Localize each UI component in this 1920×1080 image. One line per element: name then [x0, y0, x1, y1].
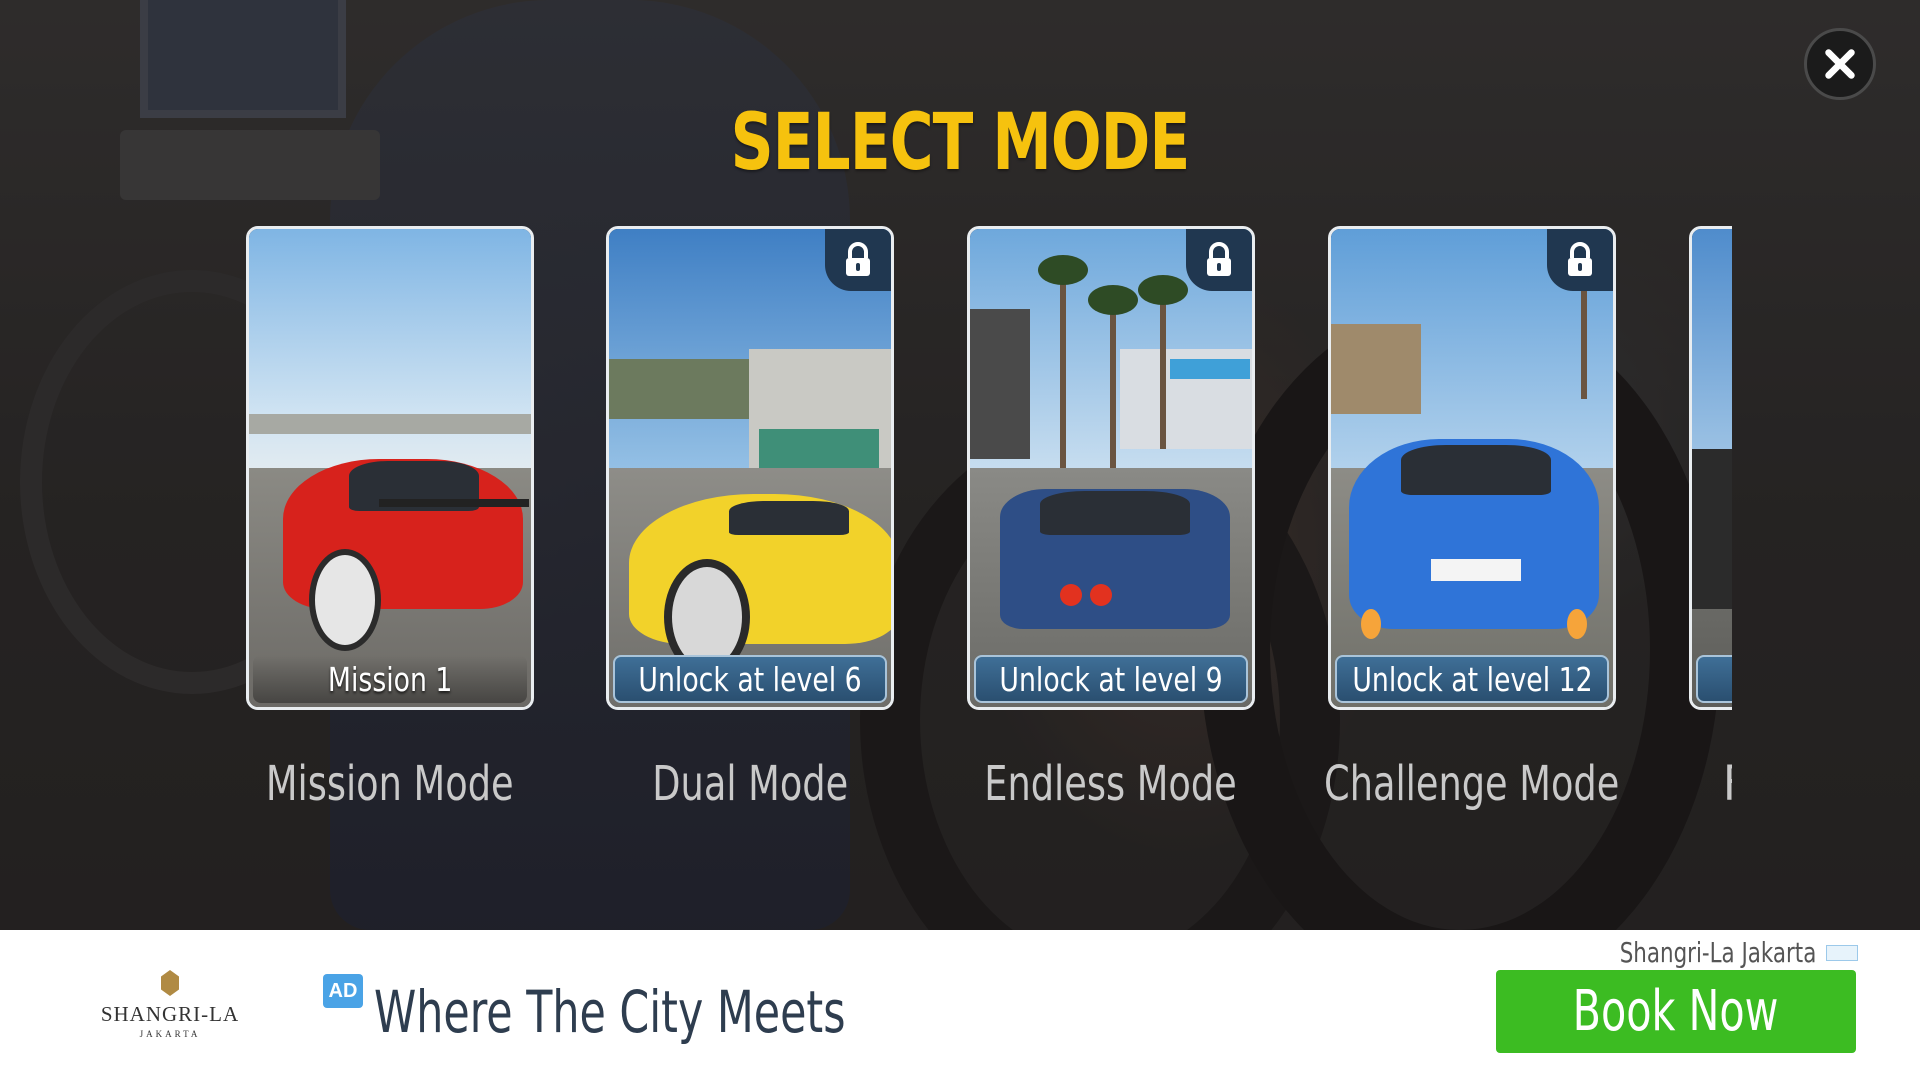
ad-advertiser-name[interactable]: Shangri-La Jakarta — [1619, 936, 1816, 969]
mode-name-challenge[interactable]: Challenge Mode — [1292, 756, 1652, 812]
ad-headline[interactable]: Where The City Meets — [374, 978, 846, 1046]
ad-choices-icon[interactable] — [1826, 945, 1858, 961]
mode-card-partial[interactable] — [1689, 226, 1732, 710]
mode-name-dual[interactable]: Dual Mode — [570, 756, 930, 812]
mode-carousel[interactable]: Mission 1 Unlock at level 6 Unlock at le… — [0, 0, 1920, 930]
dual-mode-image — [609, 229, 891, 707]
shangri-la-emblem-icon — [161, 970, 179, 996]
card-label: Mission 1 — [253, 655, 527, 703]
mode-name-mission[interactable]: Mission Mode — [210, 756, 570, 812]
endless-mode-image — [970, 229, 1252, 707]
lock-badge — [1186, 229, 1252, 291]
lock-icon — [846, 242, 870, 276]
mode-name-partial[interactable]: F — [1723, 756, 1732, 812]
mode-card-challenge[interactable]: Unlock at level 12 — [1328, 226, 1616, 710]
advertiser-logo[interactable]: SHANGRI-LA JAKARTA — [100, 970, 240, 1046]
mode-card-dual[interactable]: Unlock at level 6 — [606, 226, 894, 710]
mode-card-mission[interactable]: Mission 1 — [246, 226, 534, 710]
ad-badge: AD — [323, 974, 363, 1008]
unlock-level-label: Unlock at level 9 — [974, 655, 1248, 703]
mode-card-endless[interactable]: Unlock at level 9 — [967, 226, 1255, 710]
book-now-button[interactable]: Book Now — [1496, 970, 1856, 1053]
mode-name-endless[interactable]: Endless Mode — [931, 756, 1291, 812]
lock-icon — [1207, 242, 1231, 276]
challenge-mode-image — [1331, 229, 1613, 707]
lock-badge — [1547, 229, 1613, 291]
unlock-level-label: Unlock at level 12 — [1335, 655, 1609, 703]
unlock-level-label — [1696, 655, 1732, 703]
mission-mode-image — [249, 229, 531, 707]
mode-name-clip: F — [1689, 756, 1732, 826]
unlock-level-label: Unlock at level 6 — [613, 655, 887, 703]
lock-icon — [1568, 242, 1592, 276]
lock-badge — [825, 229, 891, 291]
mode-card-clip — [1689, 226, 1732, 710]
